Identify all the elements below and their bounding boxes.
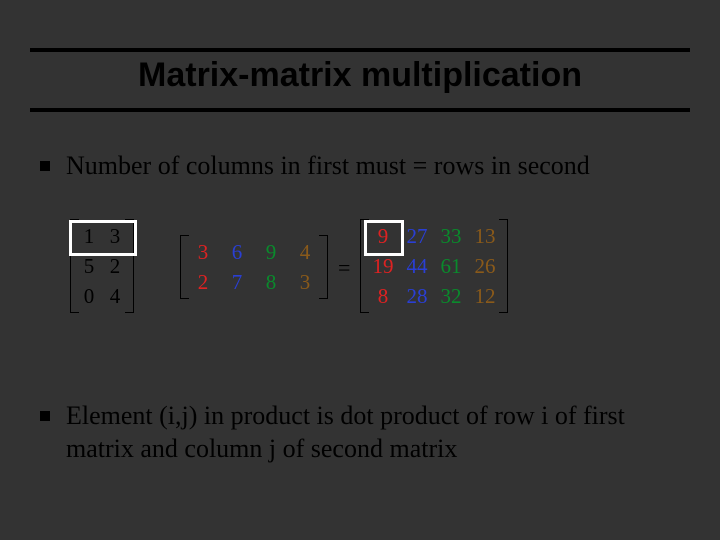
matrix-c-cell: 44 (400, 251, 434, 281)
matrix-c-cell: 26 (468, 251, 502, 281)
bullet-square-icon (40, 411, 50, 421)
matrix-a-cell: 3 (102, 221, 128, 251)
bullet-2: Element (i,j) in product is dot product … (40, 400, 680, 465)
matrix-a-cell: 0 (76, 281, 102, 311)
matrix-c-cell: 8 (366, 281, 400, 311)
matrix-a: 135204 (70, 219, 134, 313)
slide: Matrix-matrix multiplication Number of c… (0, 0, 720, 540)
matrix-b-bracket: 36942783 (180, 235, 328, 299)
matrix-b-cell: 6 (220, 237, 254, 267)
bullet-square-icon (40, 161, 50, 171)
title-rule-top (30, 48, 690, 52)
matrix-c-cell: 27 (400, 221, 434, 251)
matrix-c: 9273313 19446126 8283212 (360, 219, 508, 313)
matrix-c-cell: 12 (468, 281, 502, 311)
matrix-b: 36942783 (180, 235, 328, 299)
title-rule-bottom (30, 108, 690, 112)
matrix-c-cell: 61 (434, 251, 468, 281)
matrix-c-cell: 19 (366, 251, 400, 281)
matrix-c-cell: 13 (468, 221, 502, 251)
matrix-c-cell: 32 (434, 281, 468, 311)
matrix-c-cell: 28 (400, 281, 434, 311)
matrix-a-cell: 1 (76, 221, 102, 251)
matrix-b-cell: 2 (186, 267, 220, 297)
equals-sign: = (338, 255, 350, 281)
bullet-1: Number of columns in first must = rows i… (40, 150, 680, 183)
matrix-b-cell: 3 (288, 267, 322, 297)
matrix-b-cell: 7 (220, 267, 254, 297)
bullet-2-text: Element (i,j) in product is dot product … (66, 400, 680, 465)
matrix-c-cell: 9 (366, 221, 400, 251)
matrix-b-cell: 9 (254, 237, 288, 267)
matrix-a-cell: 4 (102, 281, 128, 311)
matrix-a-cell: 2 (102, 251, 128, 281)
matrix-b-cell: 8 (254, 267, 288, 297)
matrix-c-cell: 33 (434, 221, 468, 251)
slide-title: Matrix-matrix multiplication (0, 56, 720, 95)
equation-area: 135204 36942783 = 9273313194461268283212 (60, 205, 660, 335)
matrix-c-bracket: 9273313 19446126 8283212 (360, 219, 508, 313)
matrix-b-cell: 3 (186, 237, 220, 267)
matrix-a-cell: 5 (76, 251, 102, 281)
matrix-b-cell: 4 (288, 237, 322, 267)
matrix-a-bracket: 135204 (70, 219, 134, 313)
bullet-1-text: Number of columns in first must = rows i… (66, 150, 680, 183)
